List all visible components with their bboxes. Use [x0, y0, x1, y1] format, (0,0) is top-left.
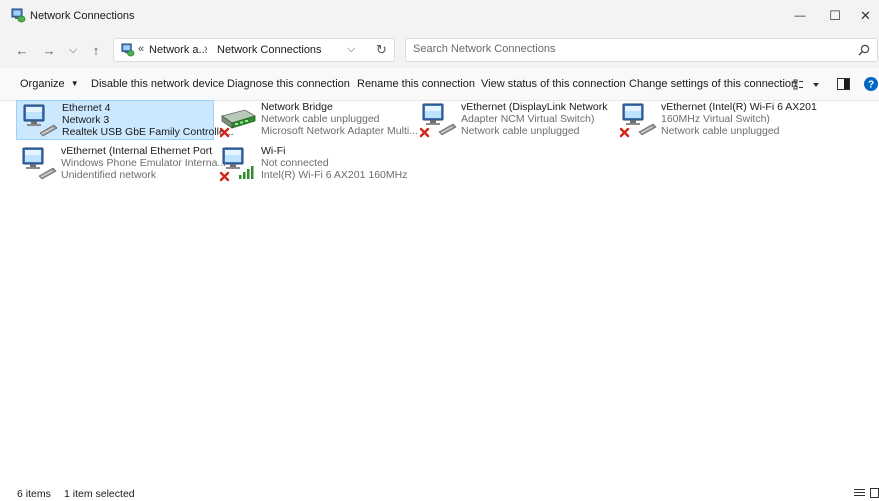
view-options-icon	[793, 79, 819, 90]
details-view-icon	[854, 489, 865, 496]
view-options-button[interactable]	[793, 78, 823, 92]
connection-detail-2: Network cable unplugged	[461, 125, 580, 137]
close-button[interactable]: ✕	[852, 0, 879, 32]
minimize-button[interactable]: —	[782, 0, 818, 32]
forward-arrow-icon: →	[42, 42, 56, 58]
breadcrumb-network-connections[interactable]: Network Connections	[217, 44, 322, 56]
minimize-icon: —	[794, 10, 806, 22]
preview-pane-icon	[837, 78, 850, 90]
connection-item[interactable]: vEthernet (Intel(R) Wi-Fi 6 AX201 160MHz…	[616, 100, 817, 140]
organize-label: Organize	[20, 78, 65, 90]
item-count: 6 items	[17, 488, 51, 500]
up-button[interactable]: ↑	[86, 40, 106, 60]
breadcrumb-network[interactable]: Network a...	[149, 44, 208, 56]
network-connections-icon	[11, 8, 26, 23]
refresh-icon[interactable]: ↻	[376, 42, 387, 58]
connection-detail-2: Microsoft Network Adapter Multi...	[261, 125, 418, 137]
back-arrow-icon: ←	[15, 42, 29, 58]
up-arrow-icon: ↑	[92, 42, 100, 58]
maximize-button[interactable]: ☐	[817, 0, 853, 32]
ethernet-adapter-icon	[22, 147, 57, 180]
window-title: Network Connections	[30, 10, 135, 22]
ethernet-adapter-icon	[619, 103, 657, 138]
search-input[interactable]	[413, 43, 843, 55]
search-box[interactable]	[405, 38, 878, 62]
help-icon: ?	[864, 77, 878, 91]
connection-detail-1: Adapter NCM Virtual Switch)	[461, 113, 595, 125]
close-icon: ✕	[860, 8, 871, 23]
svg-text:?: ?	[868, 80, 874, 91]
ethernet-adapter-icon	[419, 103, 457, 138]
connection-item[interactable]: vEthernet (DisplayLink Network Adapter N…	[416, 100, 614, 140]
connection-name: vEthernet (DisplayLink Network	[461, 101, 608, 113]
connection-detail-1: 160MHz Virtual Switch)	[661, 113, 770, 125]
rename-connection-button[interactable]: Rename this connection	[357, 78, 475, 90]
connection-name: vEthernet (Intel(R) Wi-Fi 6 AX201	[661, 101, 817, 113]
back-button[interactable]: ←	[12, 40, 32, 60]
help-button[interactable]: ?	[864, 77, 878, 91]
network-connections-icon	[121, 43, 135, 57]
connection-item[interactable]: Ethernet 4 Network 3 Realtek USB GbE Fam…	[16, 100, 234, 140]
address-dropdown-icon[interactable]: ⌵	[347, 43, 355, 56]
organize-button[interactable]: Organize ▼	[20, 78, 79, 90]
view-status-button[interactable]: View status of this connection	[481, 78, 626, 90]
connection-name: vEthernet (Internal Ethernet Port	[61, 145, 213, 157]
connection-item-text: vEthernet (DisplayLink Network Adapter N…	[461, 101, 607, 137]
tiles-view-button[interactable]	[870, 488, 879, 498]
selection-count: 1 item selected	[64, 488, 135, 500]
preview-pane-button[interactable]	[837, 78, 850, 90]
connection-item-text: vEthernet (Internal Ethernet Port Window…	[61, 145, 226, 181]
connection-item-text: Wi-Fi Not connected Intel(R) Wi-Fi 6 AX2…	[261, 145, 407, 181]
breadcrumb-overflow[interactable]: «	[138, 43, 144, 55]
connection-detail-2: Intel(R) Wi-Fi 6 AX201 160MHz	[261, 169, 408, 181]
connection-name: Network Bridge	[261, 101, 333, 113]
connection-name: Wi-Fi	[261, 145, 286, 157]
recent-locations-button[interactable]: ⌵	[63, 40, 83, 60]
connection-item[interactable]: Network Bridge Network cable unplugged M…	[216, 100, 418, 140]
network-bridge-icon	[219, 109, 256, 138]
caret-down-icon: ▼	[70, 79, 79, 88]
details-view-button[interactable]	[854, 488, 865, 498]
tiles-view-icon	[870, 488, 879, 498]
connection-detail-2: Network cable unplugged	[661, 125, 780, 137]
connection-detail-2: Unidentified network	[61, 169, 157, 181]
connection-detail-2: Realtek USB GbE Family Controlle...	[62, 126, 234, 138]
connection-item-text: Network Bridge Network cable unplugged M…	[261, 101, 418, 137]
connection-detail-1: Network 3	[62, 114, 110, 126]
connection-detail-1: Windows Phone Emulator Interna...	[61, 157, 227, 169]
change-settings-button[interactable]: Change settings of this connection	[629, 78, 797, 90]
search-icon[interactable]	[858, 44, 870, 56]
connection-detail-1: Not connected	[261, 157, 329, 169]
diagnose-connection-button[interactable]: Diagnose this connection	[227, 78, 350, 90]
disable-network-device-button[interactable]: Disable this network device	[91, 78, 224, 90]
ethernet-adapter-icon	[23, 104, 58, 137]
address-bar[interactable]: « Network a... › Network Connections ⌵ ↻	[113, 38, 395, 62]
connection-item[interactable]: Wi-Fi Not connected Intel(R) Wi-Fi 6 AX2…	[216, 144, 414, 184]
connection-item-text: Ethernet 4 Network 3 Realtek USB GbE Fam…	[62, 102, 234, 138]
forward-button[interactable]: →	[39, 40, 59, 60]
breadcrumb-separator[interactable]: ›	[204, 43, 208, 55]
connection-name: Ethernet 4	[62, 102, 111, 114]
chevron-down-icon: ⌵	[68, 43, 78, 56]
connection-item[interactable]: vEthernet (Internal Ethernet Port Window…	[16, 144, 226, 184]
connection-detail-1: Network cable unplugged	[261, 113, 380, 125]
maximize-icon: ☐	[829, 8, 841, 23]
wifi-adapter-icon	[219, 147, 254, 182]
connection-item-text: vEthernet (Intel(R) Wi-Fi 6 AX201 160MHz…	[661, 101, 817, 137]
